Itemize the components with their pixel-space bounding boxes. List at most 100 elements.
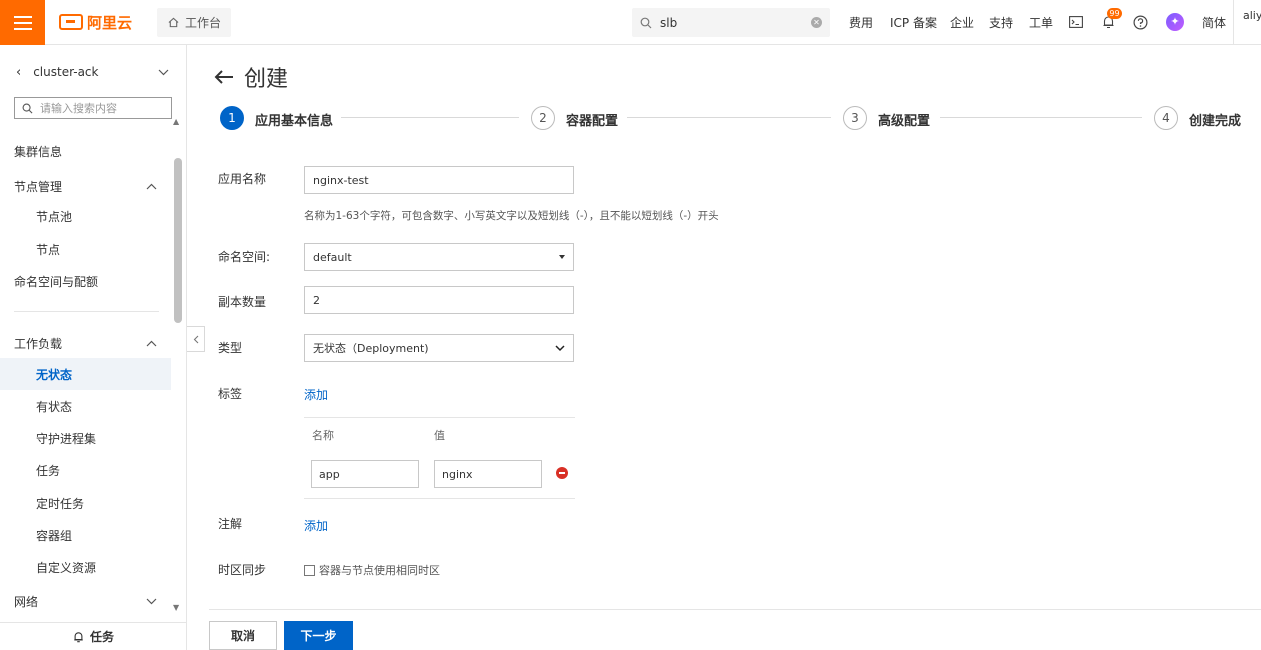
page-title: 创建 — [244, 67, 289, 92]
step-connector — [341, 117, 519, 118]
menu-cluster-info[interactable]: 集群信息 — [0, 136, 171, 166]
nav-icp[interactable]: ICP 备案 — [890, 14, 937, 31]
label-value-input[interactable] — [434, 460, 542, 488]
namespace-select[interactable]: default — [304, 243, 574, 271]
col-header-name: 名称 — [312, 429, 334, 442]
menu-divider — [14, 311, 159, 312]
menu-search-input[interactable] — [40, 101, 160, 115]
language-switch[interactable]: 简体 — [1202, 14, 1226, 31]
step-2-label: 容器配置 — [566, 114, 619, 129]
nav-billing[interactable]: 费用 — [849, 14, 873, 31]
step-connector — [627, 117, 831, 118]
menu-label: 自定义资源 — [36, 560, 97, 575]
menu-label: 守护进程集 — [36, 431, 97, 446]
workbench-button[interactable]: 工作台 — [157, 8, 231, 37]
menu-label: 容器组 — [36, 528, 73, 543]
menu-node[interactable]: 节点 — [0, 234, 171, 264]
menu-node-management[interactable]: 节点管理 — [0, 171, 171, 201]
step-2-circle: 2 — [531, 106, 555, 130]
search-value[interactable]: slb — [660, 16, 803, 30]
chevron-down-icon[interactable] — [158, 69, 169, 76]
clear-search-icon[interactable]: ✕ — [811, 17, 822, 28]
menu-statefulsets[interactable]: 有状态 — [0, 391, 171, 421]
next-step-button[interactable]: 下一步 — [284, 621, 353, 650]
cancel-button[interactable]: 取消 — [209, 621, 277, 650]
collapse-sidebar-button[interactable] — [187, 326, 205, 352]
namespace-label: 命名空间: — [218, 250, 271, 264]
step-3-label: 高级配置 — [878, 114, 931, 129]
menu-namespace-quota[interactable]: 命名空间与配额 — [0, 266, 171, 296]
menu-daemonsets[interactable]: 守护进程集 — [0, 423, 171, 453]
cluster-selector[interactable]: ‹ cluster-ack — [0, 59, 187, 85]
timezone-checkbox[interactable]: 容器与节点使用相同时区 — [304, 562, 440, 578]
form-footer: 取消 下一步 — [209, 609, 1261, 650]
nav-enterprise[interactable]: 企业 — [950, 14, 974, 31]
app-name-input[interactable] — [304, 166, 574, 194]
labels-table: 名称 值 — [304, 417, 575, 499]
logo-text: 阿里云 — [87, 13, 133, 32]
menu-label: 定时任务 — [36, 496, 85, 511]
label-key-input[interactable] — [311, 460, 419, 488]
menu-custom-resources[interactable]: 自定义资源 — [0, 552, 171, 582]
type-label: 类型 — [218, 341, 243, 355]
replicas-input[interactable] — [304, 286, 574, 314]
search-icon — [640, 17, 652, 28]
type-select[interactable]: 无状态（Deployment) — [304, 334, 574, 362]
chevron-up-icon — [146, 183, 157, 189]
menu-deployments[interactable]: 无状态 — [0, 358, 171, 390]
menu-network[interactable]: 网络 — [0, 586, 171, 616]
menu-jobs[interactable]: 任务 — [0, 455, 171, 485]
menu-pods[interactable]: 容器组 — [0, 520, 171, 550]
page-header: 创建 — [214, 61, 288, 93]
menu-label: 有状态 — [36, 399, 73, 414]
scroll-up-arrow-icon[interactable]: ▲ — [173, 117, 179, 126]
help-icon[interactable] — [1132, 14, 1148, 30]
ai-assistant-icon[interactable]: ✦ — [1166, 13, 1184, 31]
step-indicator: 1 应用基本信息 2 容器配置 3 高级配置 4 创建完成 — [220, 106, 1250, 130]
step-4-circle: 4 — [1154, 106, 1178, 130]
terminal-icon[interactable] — [1068, 14, 1084, 30]
user-account[interactable]: aliyu — [1243, 9, 1261, 22]
menu-workloads[interactable]: 工作负载 — [0, 328, 171, 358]
sidebar-scrollbar[interactable] — [174, 158, 182, 323]
nav-support[interactable]: 支持 — [989, 14, 1013, 31]
menu-label: 节点 — [36, 242, 61, 257]
nav-ticket[interactable]: 工单 — [1029, 14, 1053, 31]
back-chevron-icon[interactable]: ‹ — [16, 65, 21, 80]
menu-label: 网络 — [14, 594, 39, 609]
namespace-value: default — [313, 250, 352, 264]
menu-label: 节点管理 — [14, 179, 63, 194]
annotations-label: 注解 — [218, 517, 243, 531]
remove-row-icon[interactable] — [556, 467, 568, 479]
menu-label: 工作负载 — [14, 336, 63, 351]
home-icon — [168, 17, 179, 28]
global-search[interactable]: slb ✕ — [632, 8, 830, 37]
aliyun-logo-icon — [59, 14, 83, 30]
menu-label: 节点池 — [36, 209, 73, 224]
replicas-label: 副本数量 — [218, 295, 267, 309]
aliyun-logo[interactable]: 阿里云 — [59, 11, 132, 33]
menu-node-pool[interactable]: 节点池 — [0, 201, 171, 231]
step-4-label: 创建完成 — [1189, 114, 1242, 129]
timezone-checkbox-label: 容器与节点使用相同时区 — [319, 564, 440, 577]
caret-down-icon — [559, 255, 565, 259]
top-bar: 阿里云 工作台 slb ✕ 费用 ICP 备案 企业 支持 工单 99 ✦ 简体… — [0, 0, 1261, 45]
step-connector — [940, 117, 1142, 118]
topbar-divider — [1233, 0, 1234, 45]
checkbox-icon[interactable] — [304, 564, 315, 576]
menu-search[interactable] — [14, 97, 172, 119]
sidebar: ‹ cluster-ack 集群信息 节点管理 节点池 节点 命名空间与配额 工… — [0, 45, 187, 650]
chevron-down-icon — [146, 598, 157, 604]
search-icon — [22, 103, 33, 113]
cluster-name: cluster-ack — [33, 65, 99, 79]
menu-cronjobs[interactable]: 定时任务 — [0, 488, 171, 518]
menu-label: 无状态 — [36, 367, 73, 382]
add-annotation-link[interactable]: 添加 — [304, 517, 328, 534]
back-arrow-icon[interactable] — [214, 69, 234, 85]
menu-icon[interactable] — [0, 0, 45, 45]
chevron-down-icon — [555, 344, 565, 351]
col-header-value: 值 — [434, 429, 445, 442]
task-bar-button[interactable]: 任务 — [0, 622, 187, 650]
add-label-link[interactable]: 添加 — [304, 386, 328, 403]
scroll-down-arrow-icon[interactable]: ▼ — [173, 603, 179, 612]
